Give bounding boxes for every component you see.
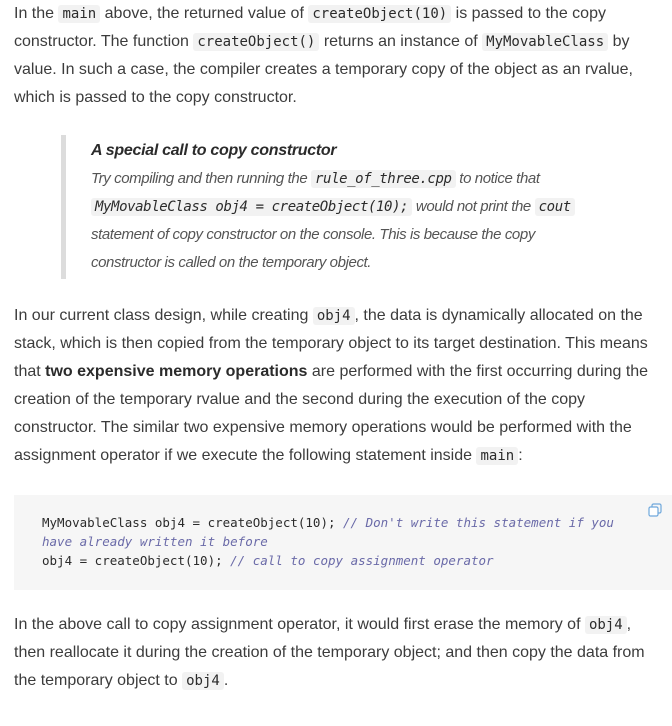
code-block: MyMovableClass obj4 = createObject(10); … [14,495,672,590]
text: statement of copy constructor on the con… [91,226,535,271]
inline-code: createObject(10) [308,5,452,23]
text: to notice that [455,170,540,187]
inline-code: obj4 [584,616,627,634]
inline-code: MyMovableClass [482,33,609,51]
text: Try compiling and then running the [91,170,312,187]
text: : [518,447,523,464]
code-content: MyMovableClass obj4 = createObject(10); … [42,513,644,570]
text: would not print the [412,198,535,215]
article-content: In the main above, the returned value of… [0,0,672,695]
text: In our current class design, while creat… [14,307,313,324]
note-callout: A special call to copy constructor Try c… [61,135,611,279]
inline-code: obj4 [182,672,224,690]
inline-code: main [58,5,101,23]
bold-text: two expensive memory operations [45,363,308,380]
inline-code: createObject() [193,33,320,51]
note-body: Try compiling and then running the rule_… [91,165,601,277]
code-comment: // call to copy assignment operator [230,553,494,568]
inline-code: MyMovableClass obj4 = createObject(10); [91,198,413,216]
inline-code: rule_of_three.cpp [311,170,456,188]
paragraph-memory-ops: In our current class design, while creat… [14,302,658,470]
note-title: A special call to copy constructor [91,142,337,159]
inline-code: obj4 [312,307,355,325]
text: returns an instance of [319,33,483,50]
inline-code: main [476,447,519,465]
code-line: obj4 = createObject(10); [42,553,231,568]
text: In the [14,5,59,22]
code-line: MyMovableClass obj4 = createObject(10); [42,515,344,530]
text: . [223,672,229,689]
paragraph-assignment: In the above call to copy assignment ope… [14,611,658,695]
text: In the above call to copy assignment ope… [14,616,585,633]
inline-code: cout [534,198,575,216]
text: above, the returned value of [100,5,309,22]
copy-icon[interactable] [648,503,662,517]
paragraph-intro: In the main above, the returned value of… [14,0,658,112]
